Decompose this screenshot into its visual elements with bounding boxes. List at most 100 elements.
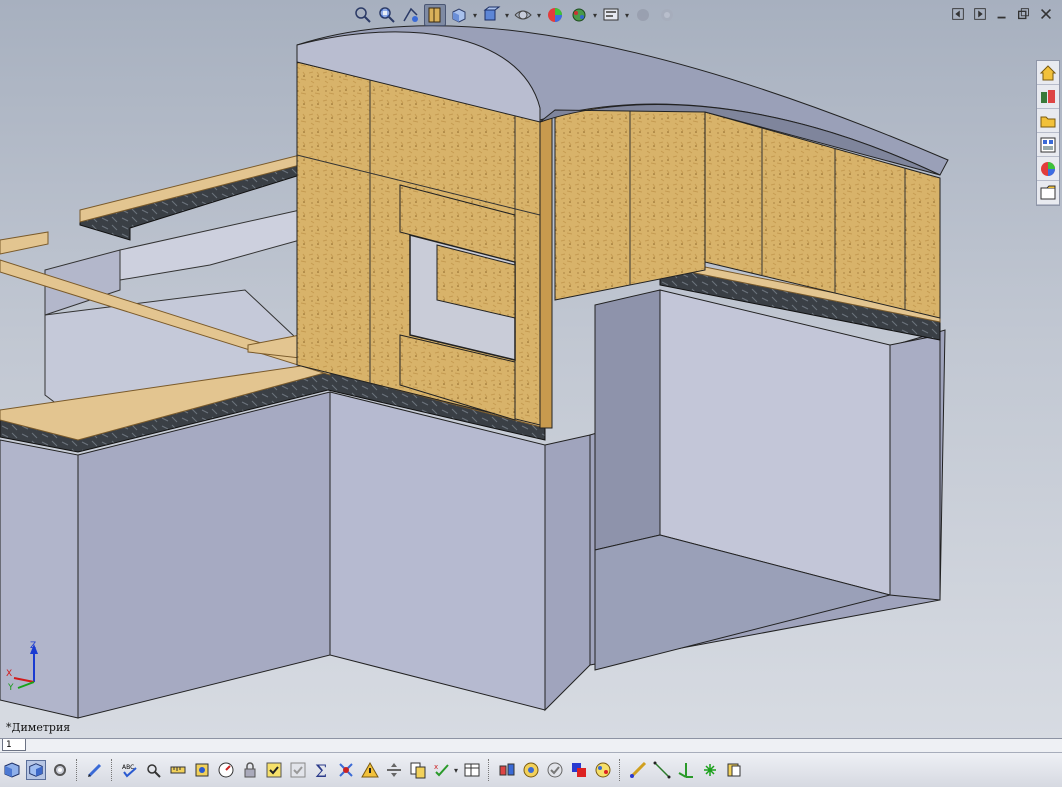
hide-show-items-dropdown-arrow[interactable]: ▾	[536, 5, 542, 25]
shadows-button	[656, 4, 678, 26]
sum-button[interactable]: Σ	[312, 760, 332, 780]
custom-properties-icon	[1040, 185, 1056, 199]
view-orientation-dropdown-arrow[interactable]: ▾	[472, 5, 478, 25]
split-icon	[387, 763, 401, 777]
statistics-button[interactable]	[216, 760, 236, 780]
check-disabled-button[interactable]	[288, 760, 308, 780]
verify-button[interactable]	[545, 760, 565, 780]
sum-icon: Σ	[315, 762, 327, 780]
lock-button[interactable]	[240, 760, 260, 780]
model-3d-scene[interactable]	[0, 0, 1062, 738]
gear-view-icon	[54, 764, 66, 776]
tile-left-button[interactable]	[950, 6, 966, 22]
task-pane-tab-view-palette[interactable]	[1037, 133, 1059, 157]
copy-icon	[410, 762, 426, 779]
view-settings-button[interactable]	[600, 4, 622, 26]
table-button[interactable]	[462, 760, 482, 780]
restore-icon	[1018, 8, 1029, 20]
reference-triad: Z X Y	[4, 638, 48, 694]
explode-icon	[499, 763, 515, 776]
triad-x-label: X	[6, 669, 12, 679]
view-orientation-icon	[452, 8, 466, 23]
pit-left-wall	[594, 289, 661, 551]
render-icon	[523, 762, 539, 778]
find-button[interactable]	[144, 760, 164, 780]
view-palette-icon	[1040, 137, 1056, 152]
close-button[interactable]	[1038, 6, 1054, 22]
shaded-view-button[interactable]	[26, 760, 46, 780]
color-button[interactable]	[569, 760, 589, 780]
realview-button	[632, 4, 654, 26]
line-icon	[653, 761, 671, 779]
task-pane-tab-file-explorer[interactable]	[1037, 109, 1059, 133]
previous-view-button[interactable]	[400, 4, 422, 26]
zoom-to-area-button[interactable]	[376, 4, 398, 26]
pit-right-wall	[889, 334, 941, 601]
apply-scene-button[interactable]	[568, 4, 590, 26]
measure-button[interactable]	[168, 760, 188, 780]
section-view-button[interactable]	[424, 4, 446, 26]
restore-button[interactable]	[1016, 6, 1032, 22]
interference-icon	[339, 763, 353, 777]
zoom-to-area-icon	[379, 7, 395, 23]
graphics-area[interactable]: ▾ ▾ ▾ ▾ ▾ Z X Y *Диметрия	[0, 0, 1062, 738]
view-cube-button[interactable]	[2, 760, 22, 780]
mass-properties-icon	[195, 763, 209, 777]
shadows-icon	[661, 9, 673, 21]
display-style-dropdown-arrow[interactable]: ▾	[504, 5, 510, 25]
minimize-button[interactable]	[994, 6, 1010, 22]
sketch-line-icon	[629, 761, 647, 779]
zoom-to-fit-button[interactable]	[352, 4, 374, 26]
toolbar-separator	[76, 759, 79, 781]
task-pane-tab-appearances[interactable]	[1037, 157, 1059, 181]
apply-scene-dropdown-arrow[interactable]: ▾	[592, 5, 598, 25]
minimize-icon	[997, 16, 1006, 19]
previous-view-icon	[403, 7, 418, 22]
view-orientation-button[interactable]	[448, 4, 470, 26]
window-controls	[950, 6, 1054, 22]
tile-right-button[interactable]	[972, 6, 988, 22]
gear-view-button[interactable]	[50, 760, 70, 780]
color-icon	[572, 763, 586, 777]
copy-button[interactable]	[408, 760, 428, 780]
compare-dropdown-arrow[interactable]: ▾	[454, 766, 460, 775]
sketch-line-button[interactable]	[628, 760, 648, 780]
render-button[interactable]	[521, 760, 541, 780]
point-button[interactable]	[700, 760, 720, 780]
line-button[interactable]	[652, 760, 672, 780]
apply-scene-icon	[572, 8, 586, 22]
toolbar-separator	[619, 759, 622, 781]
task-pane-tab-design-library[interactable]	[1037, 85, 1059, 109]
check-disabled-icon	[290, 762, 306, 778]
split-button[interactable]	[384, 760, 404, 780]
edit-appearance-button[interactable]	[544, 4, 566, 26]
command-toolbar: ABC Σx ▾	[0, 752, 1062, 787]
coordinate-button[interactable]	[724, 760, 744, 780]
spell-check-button[interactable]: ABC	[120, 760, 140, 780]
hide-show-items-icon	[514, 10, 532, 20]
display-style-button[interactable]	[480, 4, 502, 26]
display-style-icon	[483, 6, 501, 21]
toolbar-separator	[488, 759, 491, 781]
coordinate-icon	[727, 763, 741, 777]
section-view-icon	[428, 7, 441, 23]
pencil-button[interactable]	[85, 760, 105, 780]
realview-icon	[637, 9, 649, 21]
toolbar-separator	[111, 759, 114, 781]
axis-button[interactable]	[676, 760, 696, 780]
corner-post	[539, 117, 553, 429]
explode-button[interactable]	[497, 760, 517, 780]
palette-button[interactable]	[593, 760, 613, 780]
edit-appearance-icon	[548, 8, 562, 22]
sheet-tab-1[interactable]: 1	[2, 739, 26, 751]
compare-button[interactable]: x	[432, 760, 452, 780]
mass-properties-button[interactable]	[192, 760, 212, 780]
interference-button[interactable]	[336, 760, 356, 780]
task-pane-tab-custom-properties[interactable]	[1037, 181, 1059, 205]
task-pane-tab-home[interactable]	[1037, 61, 1059, 85]
task-pane-tabs	[1036, 60, 1060, 206]
hide-show-items-button[interactable]	[512, 4, 534, 26]
view-settings-dropdown-arrow[interactable]: ▾	[624, 5, 630, 25]
check-button[interactable]	[264, 760, 284, 780]
warning-button[interactable]	[360, 760, 380, 780]
